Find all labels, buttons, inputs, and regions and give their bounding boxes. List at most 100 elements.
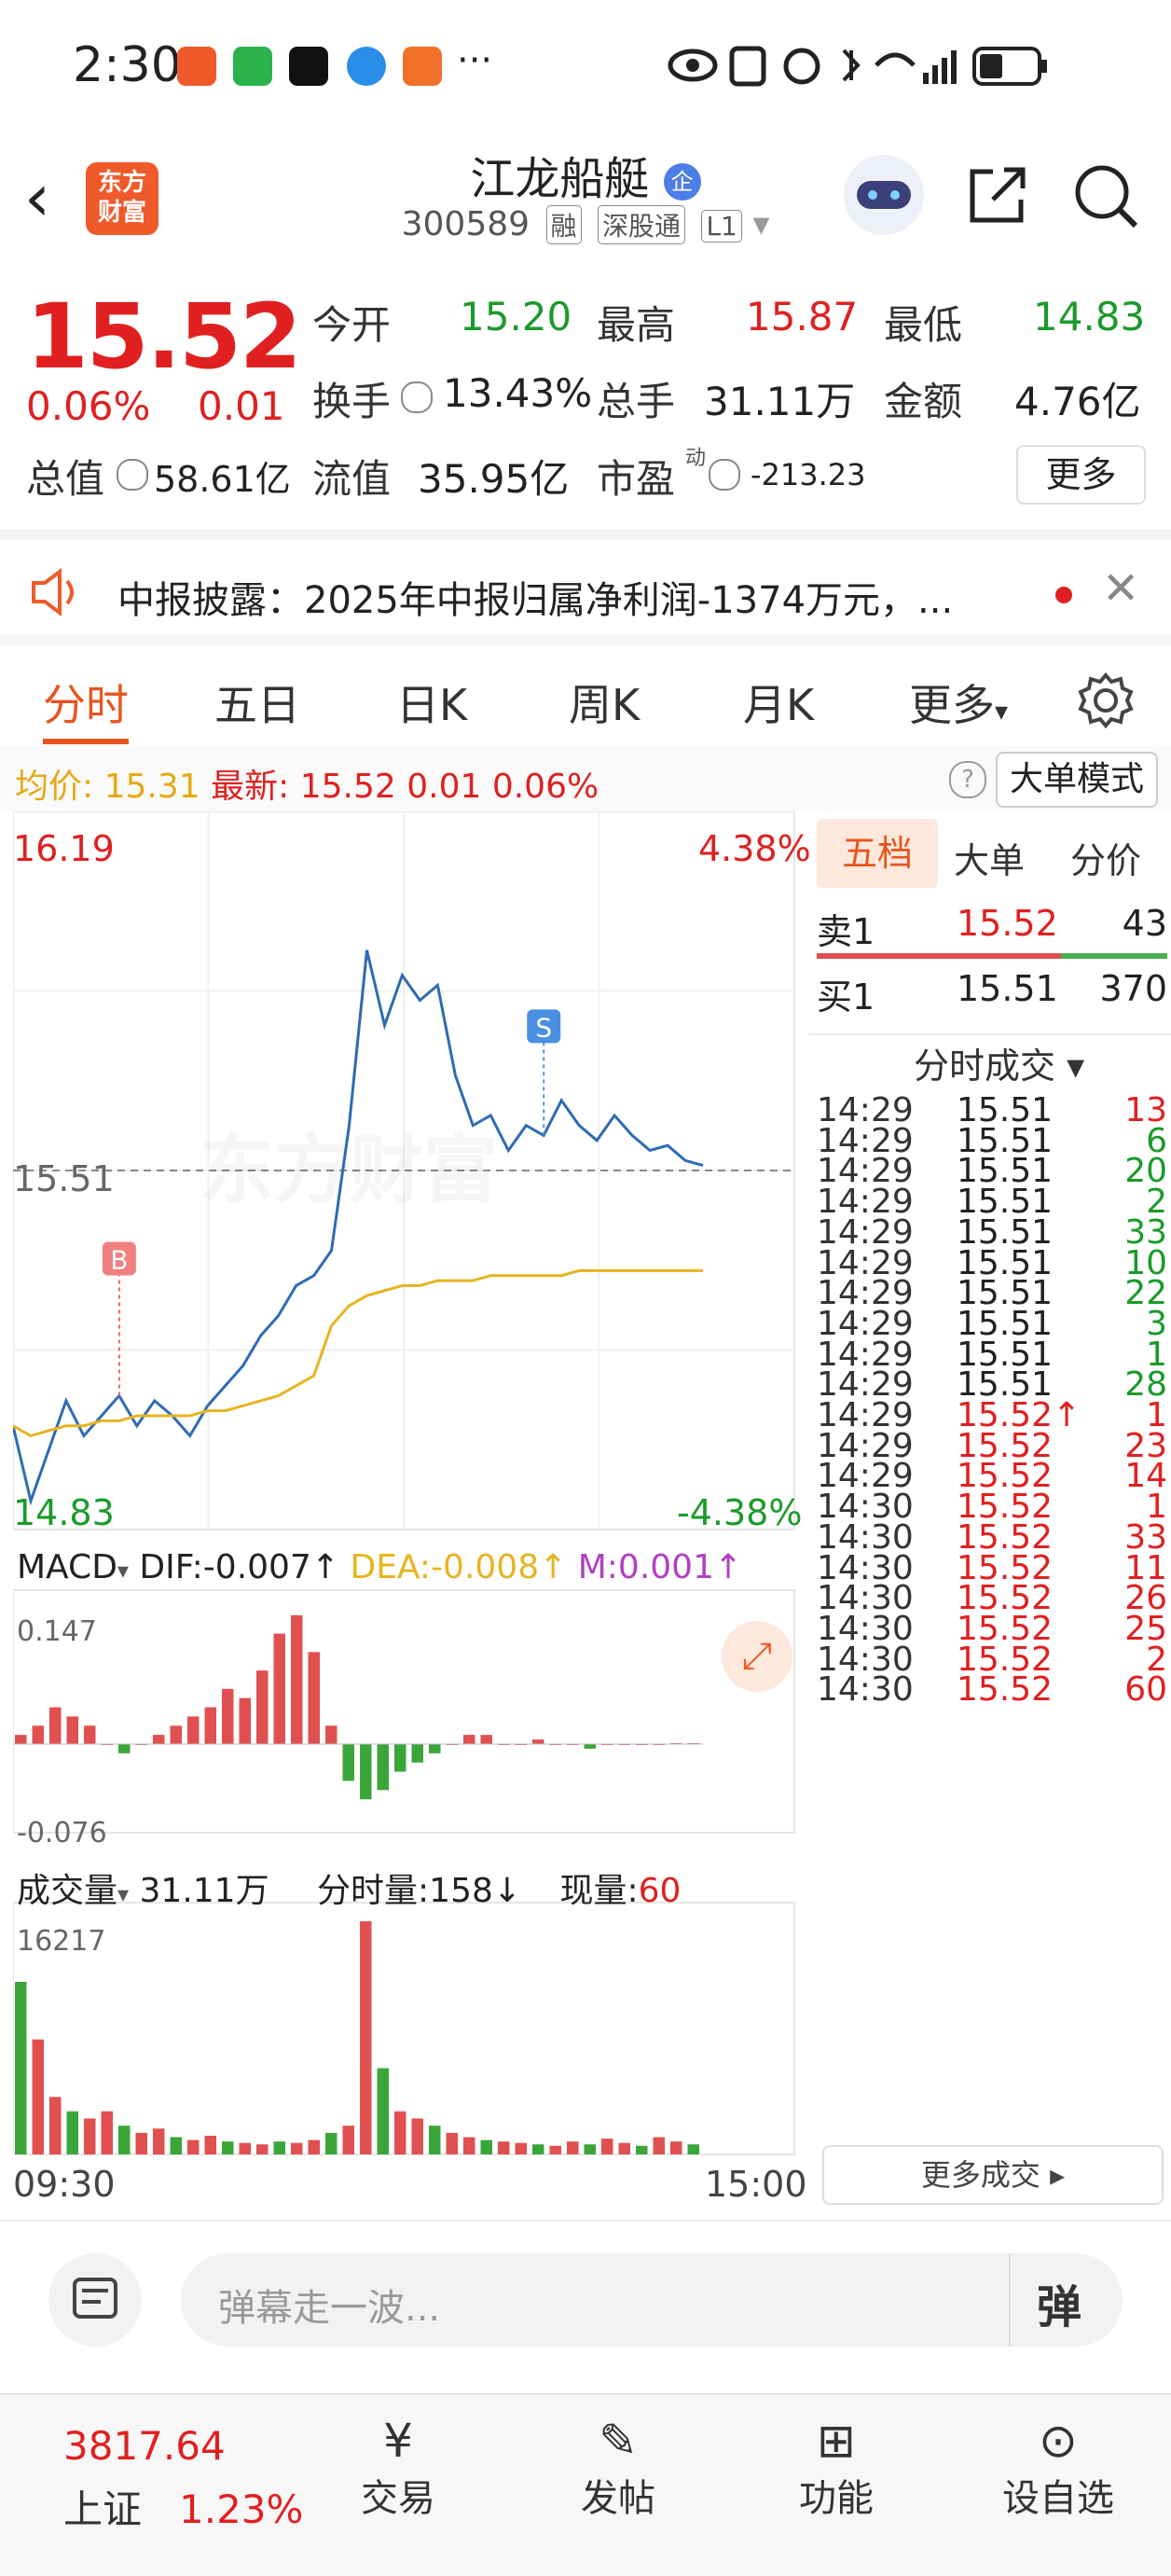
- wechat-icon: [233, 47, 272, 86]
- change-percent: 0.06%: [26, 383, 151, 429]
- macd-bar: [32, 1725, 44, 1745]
- now-volume-value: 60: [638, 1872, 682, 1910]
- index-name: 上证: [63, 2486, 143, 2532]
- nav-functions[interactable]: ⊞ 功能: [757, 2414, 916, 2522]
- macd-bar: [204, 1707, 216, 1745]
- tick-row: 14:29 15.51 33: [817, 1213, 1167, 1252]
- index-widget[interactable]: 3817.64 上证 1.23%: [63, 2423, 303, 2535]
- mktcap-value: 58.61亿: [154, 459, 291, 500]
- tick-row: 14:29 15.52↑ 1: [817, 1396, 1167, 1434]
- dea-value: DEA:-0.008↑: [350, 1548, 568, 1586]
- volume-bar: [273, 2141, 285, 2154]
- grid-icon: ⊞: [817, 2414, 856, 2468]
- order-book-panel: 五档 大单 分价 卖1 15.52 43 买1 15.51 370 分时成交 ▾…: [809, 811, 1171, 2220]
- latest-value: 15.52: [299, 768, 396, 806]
- volume-bar: [532, 2144, 544, 2154]
- tick-row: 14:30 15.52 26: [817, 1579, 1167, 1617]
- now-volume-label: 现量:: [559, 1872, 639, 1910]
- nav-add-watchlist[interactable]: ⊙ 设自选: [979, 2414, 1137, 2522]
- divider: [809, 1033, 1171, 1035]
- tab-five-day[interactable]: 五日: [214, 672, 300, 733]
- gear-icon[interactable]: [1077, 672, 1135, 729]
- share-icon[interactable]: [965, 162, 1030, 228]
- chart-tabs: 分时 五日 日K 周K 月K 更多▾: [0, 634, 1171, 757]
- comment-icon: [73, 2278, 117, 2319]
- volume-bar: [653, 2137, 665, 2154]
- ticks-header[interactable]: 分时成交 ▾: [914, 1037, 1084, 1088]
- ai-assistant-icon[interactable]: [844, 155, 924, 235]
- nav-trade[interactable]: ¥ 交易: [319, 2414, 477, 2522]
- large-order-mode-button[interactable]: 大单模式: [996, 752, 1158, 808]
- tick-list[interactable]: 14:29 15.51 13 14:29 15.51 6 14:29 15.51 20 14:29…: [809, 1091, 1171, 2024]
- tab-daily-k[interactable]: 日K: [396, 672, 467, 733]
- macd-bottom-label: -0.076: [17, 1817, 107, 1849]
- chevron-down-icon[interactable]: ▾: [117, 1881, 129, 1907]
- chevron-down-icon[interactable]: ▾: [117, 1558, 129, 1584]
- active-tab-indicator: [43, 739, 129, 744]
- macd-bar: [66, 1716, 78, 1745]
- danmu-bar: 弹幕走一波... 弹: [0, 2220, 1171, 2394]
- help-icon[interactable]: ?: [949, 761, 986, 798]
- volume-selector[interactable]: 成交量: [17, 1872, 117, 1910]
- close-icon[interactable]: ✕: [1102, 562, 1139, 615]
- expand-icon[interactable]: ⤢: [722, 1621, 792, 1692]
- app-notification-icon-2: [403, 47, 442, 86]
- more-button[interactable]: 更多: [1016, 445, 1146, 505]
- tick-row: 14:29 15.51 10: [817, 1244, 1167, 1282]
- volume-bar: [360, 1921, 372, 2154]
- intraday-chart[interactable]: S B 16.19 4.38% 15.51 14.83 -4.38% 东方财富 M…: [13, 811, 811, 2220]
- announcement-text[interactable]: 中报披露：2025年中报归属净利润-1374万元，...: [117, 570, 1013, 624]
- volume-bar: [49, 2097, 62, 2154]
- browser-icon: [347, 47, 386, 86]
- avg-latest-readout: 均价: 15.31 最新: 15.52 0.01 0.06%: [15, 759, 599, 808]
- tab-more[interactable]: 更多▾: [909, 672, 1008, 733]
- danmu-toggle-button[interactable]: 弹: [1037, 2270, 1081, 2335]
- volume-bar: [15, 1982, 27, 2154]
- info-icon[interactable]: [401, 381, 433, 413]
- volume-bar: [239, 2142, 251, 2154]
- high-value: 15.87: [746, 294, 859, 339]
- macd-bar: [49, 1707, 62, 1745]
- volume-bar: [84, 2118, 96, 2154]
- tab-level5[interactable]: 五档: [817, 819, 938, 888]
- tick-volume-label: 分时量:: [317, 1872, 430, 1910]
- announcement-banner[interactable]: 中报披露：2025年中报归属净利润-1374万元，... ✕: [0, 529, 1171, 644]
- tab-price-distribution[interactable]: 分价: [1070, 832, 1141, 883]
- volume-bar: [342, 2126, 354, 2154]
- danmu-placeholder: 弹幕走一波...: [218, 2287, 441, 2330]
- macd-selector[interactable]: MACD: [17, 1548, 117, 1586]
- comment-list-icon[interactable]: [48, 2253, 142, 2347]
- low-label: 最低: [884, 302, 963, 348]
- volume-bar: [394, 2111, 406, 2154]
- info-icon[interactable]: [117, 459, 148, 491]
- chevron-down-icon[interactable]: ▾: [752, 205, 769, 243]
- volume-bar: [101, 2111, 113, 2154]
- macd-bar: [239, 1697, 251, 1745]
- sell1-volume: 43: [1122, 903, 1167, 944]
- macd-bar: [308, 1652, 320, 1745]
- stock-name: 江龙船艇: [470, 153, 650, 205]
- volume-bar: [687, 2144, 699, 2154]
- sell-marker-label: S: [535, 1012, 552, 1043]
- volume-bar: [463, 2137, 475, 2154]
- volume-bar: [515, 2142, 527, 2154]
- macd-bar: [118, 1744, 131, 1753]
- search-icon[interactable]: [1072, 162, 1141, 231]
- danmu-input[interactable]: 弹幕走一波... 弹: [181, 2253, 1123, 2347]
- edit-icon: ✎: [599, 2414, 638, 2468]
- quote-panel: 15.52 0.06% 0.01 今开 15.20 最高 15.87 最低 14…: [0, 266, 1171, 527]
- level-tag[interactable]: L1: [701, 210, 742, 242]
- more-ticks-button[interactable]: 更多成交 ▸: [822, 2145, 1164, 2205]
- volume-bar: [118, 2126, 131, 2154]
- info-icon[interactable]: [709, 459, 740, 491]
- tab-monthly-k[interactable]: 月K: [743, 672, 814, 733]
- tab-weekly-k[interactable]: 周K: [569, 672, 640, 733]
- volume-bar: [377, 2068, 389, 2154]
- nav-post[interactable]: ✎ 发帖: [539, 2414, 697, 2522]
- tick-row: 14:29 15.51 13: [817, 1091, 1167, 1129]
- volume-bar: [66, 2111, 78, 2154]
- volume-bar: [325, 2132, 338, 2154]
- tab-intraday[interactable]: 分时: [43, 672, 129, 733]
- tab-big-orders[interactable]: 大单: [954, 832, 1025, 883]
- macd-bar: [584, 1744, 596, 1749]
